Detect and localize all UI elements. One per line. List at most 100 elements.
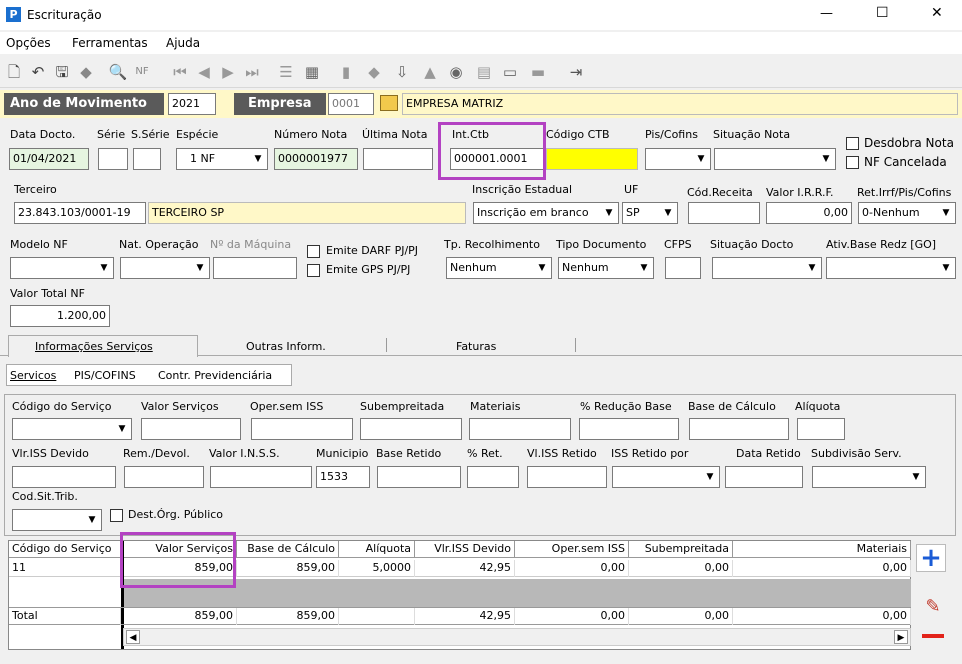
- codigo-servico-select[interactable]: ▼: [12, 418, 132, 440]
- situacao-select[interactable]: ▼: [714, 148, 836, 170]
- remove-row-button[interactable]: [922, 628, 944, 644]
- list-icon[interactable]: ☰: [276, 62, 296, 82]
- tp-rec-select[interactable]: Nenhum ▼: [446, 257, 552, 279]
- preview-icon[interactable]: 🔍: [108, 62, 128, 82]
- iss-ret-por-select[interactable]: ▼: [612, 466, 720, 488]
- last-icon[interactable]: ⏭: [242, 62, 262, 82]
- reducao-field[interactable]: [579, 418, 679, 440]
- modelo-select[interactable]: ▼: [10, 257, 114, 279]
- report-icon[interactable]: ⇩: [392, 62, 412, 82]
- serie-field[interactable]: [98, 148, 128, 170]
- maquina-field[interactable]: [213, 257, 297, 279]
- ativ-select[interactable]: ▼: [826, 257, 956, 279]
- oper-field[interactable]: [251, 418, 353, 440]
- stamp-icon[interactable]: ▲: [420, 62, 440, 82]
- scroll-left-icon[interactable]: ◀: [126, 630, 140, 644]
- tab-faturas[interactable]: Faturas: [456, 340, 496, 353]
- export-icon[interactable]: ▤: [474, 62, 494, 82]
- grid-header[interactable]: Base de Cálculo: [237, 541, 339, 558]
- monitor-icon[interactable]: ▭: [500, 62, 520, 82]
- gps-checkbox[interactable]: [307, 264, 320, 277]
- add-row-button[interactable]: +: [916, 544, 946, 572]
- subemp-field[interactable]: [360, 418, 462, 440]
- calc-icon[interactable]: ▦: [302, 62, 322, 82]
- close-button[interactable]: ✕: [931, 5, 943, 21]
- ano-field[interactable]: 2021: [168, 93, 216, 115]
- minimize-button[interactable]: —: [820, 6, 833, 21]
- uf-select[interactable]: SP ▼: [622, 202, 678, 224]
- vl-iss-ret-field[interactable]: [527, 466, 607, 488]
- subdiv-select[interactable]: ▼: [812, 466, 926, 488]
- rem-field[interactable]: [124, 466, 204, 488]
- data-ret-field[interactable]: [725, 466, 803, 488]
- menu-ferramentas[interactable]: Ferramentas: [72, 36, 148, 50]
- inss-field[interactable]: [210, 466, 312, 488]
- dest-checkbox[interactable]: [110, 509, 123, 522]
- save-icon[interactable]: 🖫: [52, 62, 72, 82]
- subtab-contr[interactable]: Contr. Previdenciária: [158, 369, 272, 382]
- doc-icon[interactable]: ▮: [336, 62, 356, 82]
- grid-header[interactable]: Oper.sem ISS: [515, 541, 629, 558]
- tipo-doc-select[interactable]: Nenhum ▼: [558, 257, 654, 279]
- tab-outras[interactable]: Outras Inform.: [246, 340, 326, 353]
- menu-opcoes[interactable]: Opções: [6, 36, 51, 50]
- undo-icon[interactable]: ↶: [28, 62, 48, 82]
- subtab-piscofins[interactable]: PIS/COFINS: [74, 369, 136, 382]
- codigo-ctb-field[interactable]: [546, 148, 638, 170]
- prev-icon[interactable]: ◀: [194, 62, 214, 82]
- grid-header[interactable]: Código do Serviço: [9, 541, 123, 558]
- darf-checkbox[interactable]: [307, 245, 320, 258]
- sit-docto-select[interactable]: ▼: [712, 257, 822, 279]
- first-icon[interactable]: ⏮: [170, 62, 190, 82]
- grid-header[interactable]: Subempreitada: [629, 541, 733, 558]
- clear-icon[interactable]: ◆: [76, 62, 96, 82]
- nat-select[interactable]: ▼: [120, 257, 210, 279]
- cod-receita-field[interactable]: [688, 202, 760, 224]
- ultima-nota-label: Última Nota: [362, 128, 428, 141]
- chevron-down-icon: ▼: [818, 150, 834, 168]
- grid-header[interactable]: Vlr.ISS Devido: [415, 541, 515, 558]
- piscofins-select[interactable]: ▼: [645, 148, 711, 170]
- desdobra-checkbox[interactable]: [846, 137, 859, 150]
- cfps-field[interactable]: [665, 257, 701, 279]
- valor-total-field[interactable]: 1.200,00: [10, 305, 110, 327]
- grid-header[interactable]: Alíquota: [339, 541, 415, 558]
- data-docto-field[interactable]: 01/04/2021: [9, 148, 89, 170]
- tab-info-servicos[interactable]: Informações Serviços: [8, 335, 198, 357]
- terceiro-cnpj-field[interactable]: 23.843.103/0001-19: [14, 202, 146, 224]
- subtab-servicos[interactable]: Servicos: [10, 369, 56, 382]
- irrf-field[interactable]: 0,00: [766, 202, 852, 224]
- pct-ret-field[interactable]: [467, 466, 519, 488]
- aliquota-field[interactable]: [797, 418, 845, 440]
- darf-label: Emite DARF PJ/PJ: [326, 244, 419, 257]
- base-calc-field[interactable]: [689, 418, 789, 440]
- base-ret-field[interactable]: [377, 466, 461, 488]
- sserie-field[interactable]: [133, 148, 161, 170]
- tool-icon[interactable]: ◆: [364, 62, 384, 82]
- municipio-field[interactable]: 1533: [316, 466, 370, 488]
- horizontal-scrollbar[interactable]: ◀ ▶: [123, 628, 911, 646]
- cancelada-checkbox[interactable]: [846, 156, 859, 169]
- materiais-field[interactable]: [469, 418, 571, 440]
- valor-servicos-field[interactable]: [141, 418, 241, 440]
- minus-icon[interactable]: ▬: [528, 62, 548, 82]
- new-icon[interactable]: 🗋: [4, 62, 24, 82]
- folder-icon[interactable]: [380, 95, 398, 111]
- edit-row-button[interactable]: ✎: [922, 596, 944, 618]
- vlr-iss-field[interactable]: [12, 466, 116, 488]
- cib-icon[interactable]: ◉: [446, 62, 466, 82]
- ultima-nota-field[interactable]: [363, 148, 433, 170]
- next-icon[interactable]: ▶: [218, 62, 238, 82]
- cod-sit-select[interactable]: ▼: [12, 509, 102, 531]
- menu-ajuda[interactable]: Ajuda: [166, 36, 200, 50]
- maximize-button[interactable]: ☐: [876, 5, 889, 21]
- ret-select[interactable]: 0-Nenhum ▼: [858, 202, 956, 224]
- empresa-code-field[interactable]: 0001: [328, 93, 374, 115]
- grid-header[interactable]: Materiais: [733, 541, 911, 558]
- numero-nota-field[interactable]: 0000001977: [274, 148, 358, 170]
- exit-icon[interactable]: ⇥: [566, 62, 586, 82]
- nfe-icon[interactable]: NF: [132, 62, 152, 82]
- especie-select[interactable]: 1 NF ▼: [176, 148, 268, 170]
- scroll-right-icon[interactable]: ▶: [894, 630, 908, 644]
- ie-select[interactable]: Inscrição em branco ▼: [473, 202, 619, 224]
